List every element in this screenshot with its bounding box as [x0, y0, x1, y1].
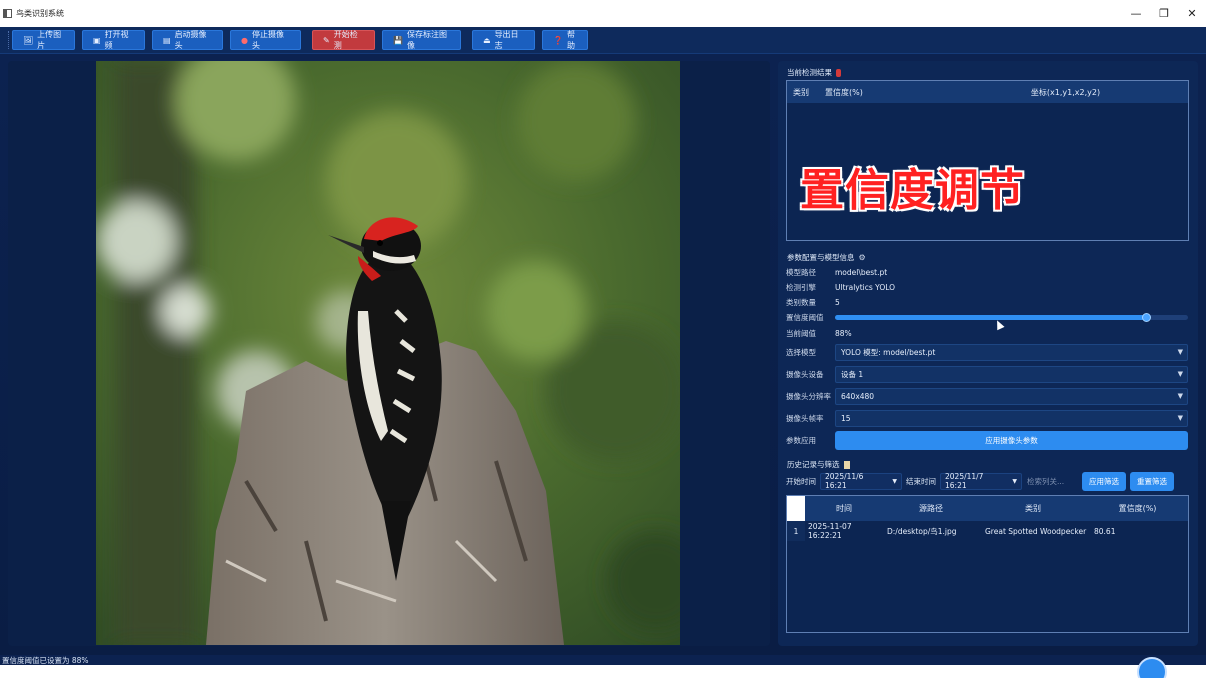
control-panel: 当前检测结果 类别 置信度(%) 坐标(x1,y1,x2,y2) 置信度调节 参…	[778, 61, 1198, 646]
engine-row: 检测引擎 Ultralytics YOLO	[786, 283, 896, 292]
col-class[interactable]: 类别	[787, 87, 823, 98]
help-icon: ❓	[553, 35, 563, 45]
row-index: 1	[787, 521, 805, 541]
current-threshold-value: 88%	[835, 329, 852, 338]
window-bottom-edge	[0, 665, 1206, 678]
start-detect-button[interactable]: ✎ 开始检测	[312, 30, 375, 50]
image-display-panel	[8, 61, 770, 646]
apply-filter-button[interactable]: 应用筛选	[1082, 471, 1126, 491]
history-table: 时间 源路径 类别 置信度(%) 1 2025-11-07 16:22:21 D…	[786, 495, 1189, 633]
threshold-row: 置信度阈值	[786, 311, 1189, 324]
resolution-select[interactable]: 640x480 ▼	[835, 388, 1188, 405]
row-time: 2025-11-07 16:22:21	[808, 522, 852, 540]
toolbar-grip[interactable]	[8, 31, 10, 49]
stop-camera-button[interactable]: ● 停止摄像头	[230, 30, 301, 50]
help-button[interactable]: ❓ 帮助	[542, 30, 588, 50]
window-controls: — ❐ ✕	[1122, 0, 1206, 27]
open-video-button[interactable]: ▣ 打开视频	[82, 30, 145, 50]
save-annotated-button[interactable]: 💾 保存标注图像	[382, 30, 461, 50]
model-path-row: 模型路径 model\best.pt	[786, 268, 888, 277]
chevron-down-icon: ▼	[1177, 414, 1183, 422]
history-table-header: 时间 源路径 类别 置信度(%)	[787, 496, 1188, 521]
history-filter-row: 开始时间 2025/11/6 16:21 ▼ 结束时间 2025/11/7 16…	[786, 471, 1189, 491]
results-title: 当前检测结果	[787, 67, 841, 78]
export-log-label: 导出日志	[494, 30, 519, 50]
overlay-caption: 置信度调节	[800, 165, 1025, 216]
chevron-down-icon: ▼	[892, 477, 897, 485]
start-camera-label: 启动摄像头	[174, 30, 207, 50]
reset-filter-button[interactable]: 重置筛选	[1130, 471, 1174, 491]
pin-icon	[836, 68, 841, 77]
status-bar: 置信度阈值已设置为 88%	[0, 655, 1206, 665]
title-bar: 鸟类识别系统 — ❐ ✕	[0, 0, 1206, 27]
chevron-down-icon: ▼	[1177, 392, 1183, 400]
threshold-slider-handle[interactable]	[1141, 313, 1151, 322]
export-log-button[interactable]: ⏏ 导出日志	[472, 30, 535, 50]
pen-icon: ✎	[323, 35, 330, 45]
col-coordinates[interactable]: 坐标(x1,y1,x2,y2)	[943, 87, 1188, 98]
history-section: 历史记录与筛选 开始时间 2025/11/6 16:21 ▼ 结束时间 2025…	[786, 459, 1189, 639]
open-video-label: 打开视频	[104, 30, 129, 50]
engine-value: Ultralytics YOLO	[835, 283, 896, 292]
apply-camera-params-button[interactable]: 应用摄像头参数	[835, 431, 1188, 450]
model-path-value: model\best.pt	[835, 268, 888, 277]
history-title: 历史记录与筛选	[787, 459, 850, 470]
row-path: D:/desktop/鸟1.jpg	[887, 526, 957, 536]
status-message: 置信度阈值已设置为 88%	[2, 655, 89, 665]
help-label: 帮助	[566, 30, 575, 50]
document-icon	[843, 460, 850, 469]
camera-device-select[interactable]: 设备 1 ▼	[835, 366, 1188, 383]
start-detect-label: 开始检测	[333, 30, 358, 50]
app-icon	[3, 9, 12, 18]
detection-image	[96, 61, 680, 645]
start-time-label: 开始时间	[786, 476, 816, 486]
fps-select[interactable]: 15 ▼	[835, 410, 1188, 427]
chevron-down-icon: ▼	[1177, 348, 1183, 356]
col-path[interactable]: 源路径	[883, 503, 979, 514]
stop-camera-label: 停止摄像头	[251, 30, 284, 50]
close-icon[interactable]: ✕	[1178, 0, 1206, 27]
start-time-picker[interactable]: 2025/11/6 16:21 ▼	[820, 472, 902, 490]
toolbar: 🖼 上传图片 ▣ 打开视频 ▤ 启动摄像头 ● 停止摄像头 ✎ 开始检测 💾 保…	[0, 27, 1206, 54]
results-table-header: 类别 置信度(%) 坐标(x1,y1,x2,y2)	[787, 81, 1188, 103]
bird-photo	[96, 61, 680, 645]
window-title: 鸟类识别系统	[16, 9, 64, 18]
end-time-label: 结束时间	[906, 476, 936, 486]
save-icon: 💾	[393, 35, 403, 45]
chevron-down-icon: ▼	[1177, 370, 1183, 378]
chevron-down-icon: ▼	[1012, 477, 1017, 485]
camera-icon: ▤	[163, 35, 171, 45]
gear-icon: ⚙	[858, 253, 866, 262]
upload-image-button[interactable]: 🖼 上传图片	[12, 30, 75, 50]
current-threshold-row: 当前阈值 88%	[786, 329, 852, 338]
upload-image-label: 上传图片	[37, 30, 62, 50]
stop-icon: ●	[241, 35, 248, 45]
history-search-input[interactable]: 检索列关...	[1022, 472, 1078, 490]
save-annotated-label: 保存标注图像	[406, 30, 447, 50]
row-class: Great Spotted Woodpecker	[985, 526, 1087, 536]
minimize-icon[interactable]: —	[1122, 0, 1150, 27]
params-section: 模型路径 model\best.pt 检测引擎 Ultralytics YOLO…	[786, 263, 1189, 453]
restore-icon[interactable]: ❐	[1150, 0, 1178, 27]
col-confidence[interactable]: 置信度(%)	[823, 87, 943, 98]
video-icon: ▣	[93, 35, 101, 45]
end-time-picker[interactable]: 2025/11/7 16:21 ▼	[940, 472, 1022, 490]
col-time[interactable]: 时间	[805, 503, 883, 514]
image-icon: 🖼	[23, 35, 34, 45]
threshold-slider-fill	[835, 315, 1146, 320]
start-camera-button[interactable]: ▤ 启动摄像头	[152, 30, 223, 50]
model-select[interactable]: YOLO 模型: model/best.pt ▼	[835, 344, 1188, 361]
select-all-corner[interactable]	[787, 496, 805, 521]
class-count-row: 类别数量 5	[786, 298, 840, 307]
class-count-value: 5	[835, 298, 840, 307]
export-icon: ⏏	[483, 35, 491, 45]
col-confidence[interactable]: 置信度(%)	[1087, 503, 1188, 514]
params-title: 参数配置与模型信息 ⚙	[787, 253, 866, 262]
col-class[interactable]: 类别	[979, 503, 1087, 514]
table-row[interactable]: 1 2025-11-07 16:22:21 D:/desktop/鸟1.jpg …	[787, 521, 1188, 541]
row-confidence: 80.61	[1094, 526, 1116, 536]
main-area: 当前检测结果 类别 置信度(%) 坐标(x1,y1,x2,y2) 置信度调节 参…	[0, 54, 1206, 655]
threshold-slider[interactable]	[835, 313, 1188, 322]
